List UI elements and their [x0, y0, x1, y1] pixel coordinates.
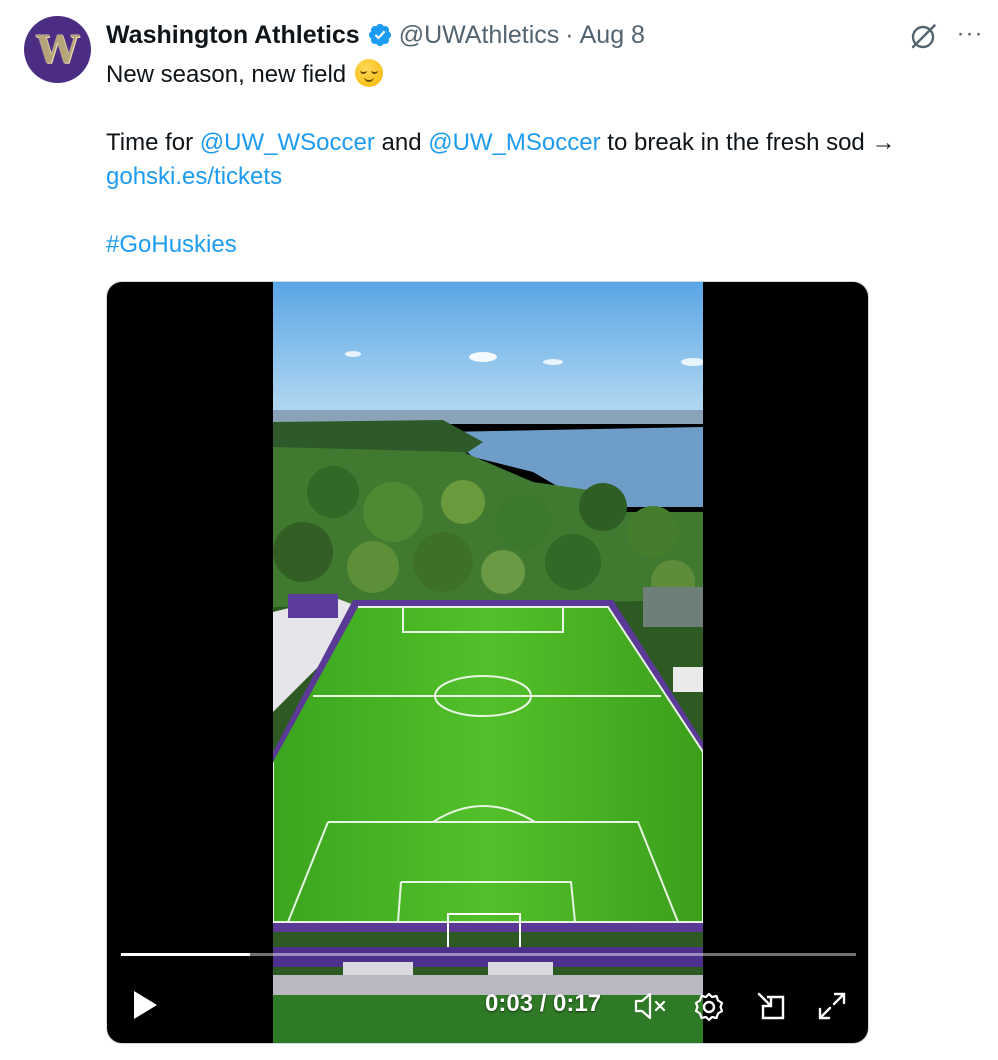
- mute-icon[interactable]: [633, 991, 667, 1021]
- dock-icon[interactable]: [755, 991, 787, 1023]
- hashtag-gohuskies[interactable]: #GoHuskies: [106, 231, 237, 258]
- grok-icon[interactable]: [908, 20, 940, 52]
- mention-uw-wsoccer[interactable]: @UW_WSoccer: [200, 129, 375, 156]
- tweet-date[interactable]: Aug 8: [580, 21, 645, 50]
- gear-icon[interactable]: [693, 991, 725, 1023]
- verified-badge-icon[interactable]: [367, 22, 393, 48]
- video-frame-image: [273, 282, 703, 1043]
- video-time-display: 0:03 / 0:17: [485, 990, 602, 1017]
- fullscreen-icon[interactable]: [817, 991, 847, 1021]
- play-icon[interactable]: [131, 989, 159, 1021]
- header-separator: ·: [565, 20, 574, 49]
- tweet-blank-1: [106, 92, 966, 126]
- tweet-line-1: New season, new field: [106, 58, 966, 92]
- tweet-line-2: Time for @UW_WSoccer and @UW_MSoccer to …: [106, 129, 896, 156]
- tweet-text: New season, new field Time for @UW_WSocc…: [106, 58, 966, 262]
- author-handle[interactable]: @UWAthletics: [399, 21, 560, 50]
- tweet-line-4: #GoHuskies: [106, 228, 966, 262]
- avatar-letter: W: [36, 27, 79, 72]
- tickets-link[interactable]: gohski.es/tickets: [106, 163, 282, 190]
- tweet-header: Washington Athletics @UWAthletics · Aug …: [106, 19, 645, 51]
- tweet-line-3: gohski.es/tickets: [106, 160, 966, 194]
- relieved-face-emoji: [354, 59, 383, 87]
- author-avatar[interactable]: W: [24, 16, 91, 83]
- author-name[interactable]: Washington Athletics: [106, 21, 360, 50]
- tweet-blank-2: [106, 194, 966, 228]
- video-progress-fill: [121, 953, 251, 956]
- video-player[interactable]: 0:03 / 0:17: [106, 281, 869, 1044]
- mention-uw-msoccer[interactable]: @UW_MSoccer: [428, 129, 600, 156]
- more-icon[interactable]: ···: [956, 20, 984, 50]
- video-progress-bar[interactable]: [121, 953, 856, 956]
